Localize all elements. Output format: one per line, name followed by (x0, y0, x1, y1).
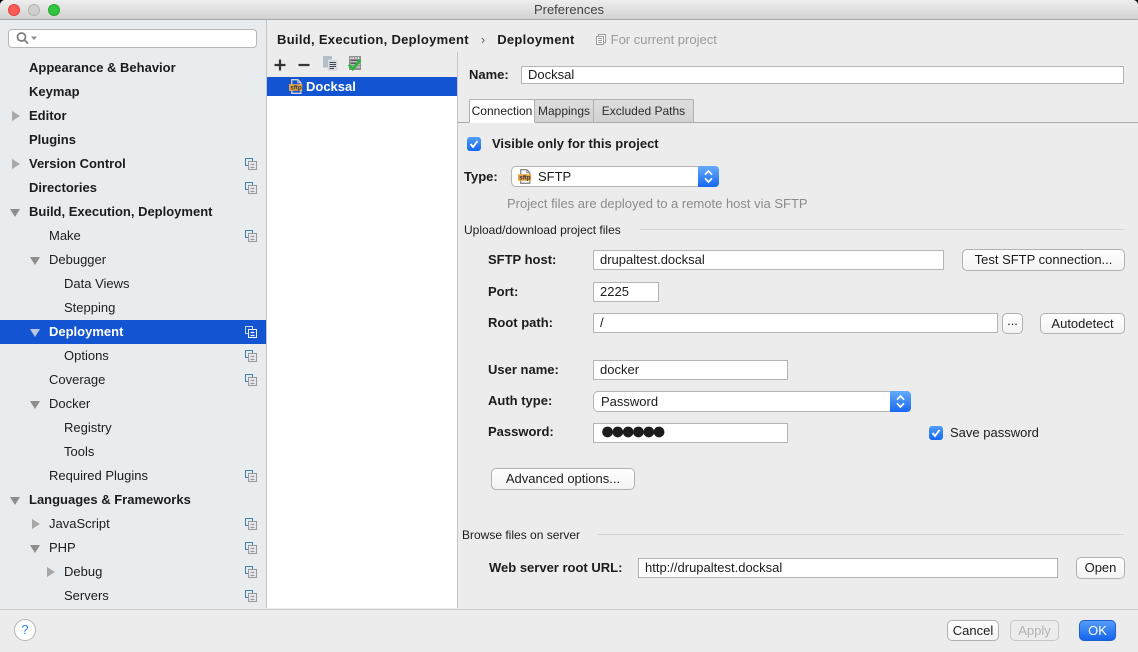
svg-text:sftp: sftp (290, 85, 302, 92)
svg-text:sftp: sftp (519, 175, 531, 182)
